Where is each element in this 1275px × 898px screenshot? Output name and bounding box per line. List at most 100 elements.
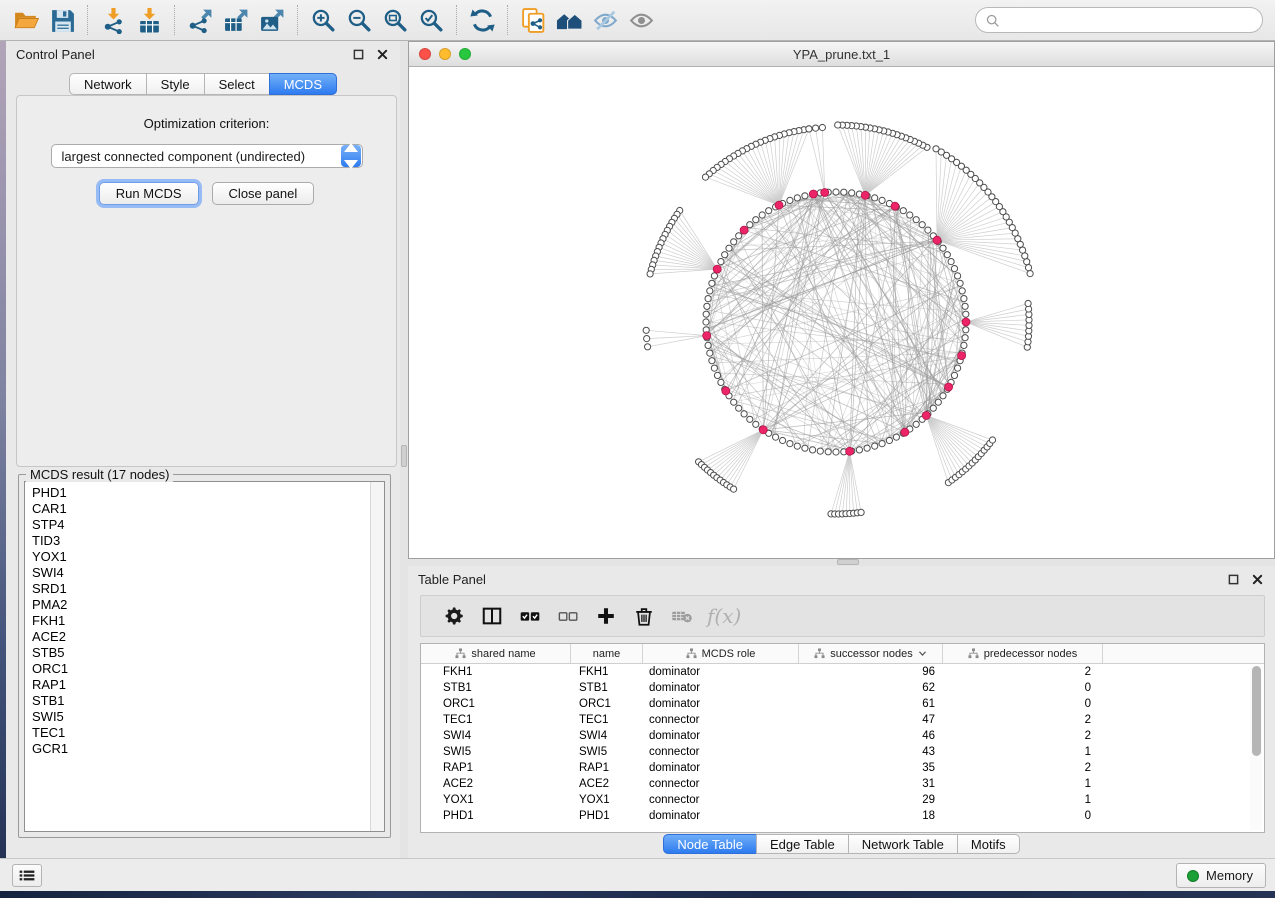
table-row[interactable]: RAP1RAP1dominator352 [421,760,1264,776]
tab-network-table[interactable]: Network Table [848,834,957,854]
float-panel-icon[interactable] [350,46,366,62]
table-row[interactable]: ORC1ORC1dominator610 [421,696,1264,712]
column-header-name[interactable]: name [571,644,643,663]
table-row[interactable]: ACE2ACE2connector311 [421,776,1264,792]
mcds-result-item[interactable]: TID3 [32,533,370,549]
mcds-result-item[interactable]: SWI5 [32,709,370,725]
panel-menu-button[interactable] [12,864,42,887]
optimization-criterion-label: Optimization criterion: [17,116,396,131]
close-panel-icon[interactable] [1249,571,1265,587]
zoom-fit-icon[interactable] [377,3,413,37]
column-header-successor-nodes[interactable]: successor nodes [799,644,943,663]
mcds-result-item[interactable]: SWI4 [32,565,370,581]
close-window-icon[interactable] [419,48,431,60]
search-input-wrap[interactable] [975,7,1263,33]
table-row[interactable]: FKH1FKH1dominator962 [421,664,1264,680]
mcds-result-group: MCDS result (17 nodes) PHD1CAR1STP4TID3Y… [18,467,391,838]
cell-successor-nodes: 61 [799,696,943,712]
run-mcds-button[interactable]: Run MCDS [99,182,199,205]
cell-successor-nodes: 46 [799,728,943,744]
control-panel-title: Control Panel [16,47,95,62]
mcds-result-item[interactable]: TEC1 [32,725,370,741]
table-row[interactable]: PHD1PHD1dominator180 [421,808,1264,824]
export-image-icon[interactable] [254,3,290,37]
mcds-result-item[interactable]: STB5 [32,645,370,661]
column-header-predecessor-nodes[interactable]: predecessor nodes [943,644,1103,663]
mcds-result-item[interactable]: ACE2 [32,629,370,645]
mcds-result-item[interactable]: STP4 [32,517,370,533]
zoom-in-icon[interactable] [305,3,341,37]
gear-icon[interactable] [435,599,473,633]
column-header-MCDS-role[interactable]: MCDS role [643,644,799,663]
table-row[interactable]: STB1STB1dominator620 [421,680,1264,696]
export-table-icon[interactable] [218,3,254,37]
tab-mcds[interactable]: MCDS [269,73,337,95]
tab-network[interactable]: Network [69,73,146,95]
scrollbar-thumb[interactable] [1252,666,1261,756]
hide-selected-icon[interactable] [587,3,623,37]
criterion-dropdown[interactable]: largest connected component (undirected) [51,144,363,168]
deselect-all-checks-icon[interactable] [549,599,587,633]
cell-shared-name: ORC1 [421,696,571,712]
vertical-splitter[interactable] [400,41,408,858]
float-panel-icon[interactable] [1225,571,1241,587]
mcds-result-item[interactable]: SRD1 [32,581,370,597]
delete-column-icon[interactable] [625,599,663,633]
mcds-result-item[interactable]: PHD1 [32,485,370,501]
table-row[interactable]: TEC1TEC1connector472 [421,712,1264,728]
import-table-icon[interactable] [131,3,167,37]
cell-name: ORC1 [571,696,643,712]
table-row[interactable]: SWI5SWI5connector431 [421,744,1264,760]
table-scrollbar[interactable] [1250,666,1262,830]
mcds-result-item[interactable]: CAR1 [32,501,370,517]
network-canvas[interactable] [409,67,1274,558]
cell-predecessor-nodes: 0 [943,680,1103,696]
zoom-selected-icon[interactable] [413,3,449,37]
splitter-grip[interactable] [837,559,859,565]
open-file-icon[interactable] [8,3,44,37]
table-toolbar: f(x) [420,595,1265,637]
select-all-checks-icon[interactable] [511,599,549,633]
split-view-icon[interactable] [473,599,511,633]
horizontal-splitter[interactable] [408,559,1275,566]
tab-select[interactable]: Select [204,73,269,95]
mcds-result-item[interactable]: PMA2 [32,597,370,613]
table-row[interactable]: SWI4SWI4dominator462 [421,728,1264,744]
memory-button[interactable]: Memory [1176,863,1266,888]
search-input[interactable] [1005,13,1253,28]
export-network-icon[interactable] [182,3,218,37]
tab-node-table[interactable]: Node Table [663,834,756,854]
save-session-icon[interactable] [44,3,80,37]
minimize-window-icon[interactable] [439,48,451,60]
zoom-window-icon[interactable] [459,48,471,60]
cell-shared-name: YOX1 [421,792,571,808]
table-panel: Table Panel f(x) shared namenameMCDS rol… [408,566,1275,858]
mcds-result-item[interactable]: ORC1 [32,661,370,677]
tab-motifs[interactable]: Motifs [957,834,1020,854]
tab-style[interactable]: Style [146,73,204,95]
splitter-grip[interactable] [401,445,407,467]
toolbar-separator [174,5,175,35]
mcds-result-item[interactable]: GCR1 [32,741,370,757]
table-row[interactable]: YOX1YOX1connector291 [421,792,1264,808]
column-label: shared name [471,648,535,660]
cell-successor-nodes: 31 [799,776,943,792]
column-header-shared-name[interactable]: shared name [421,644,571,663]
column-type-icon [814,648,825,659]
duplicate-network-icon[interactable] [515,3,551,37]
add-column-icon[interactable] [587,599,625,633]
first-neighbors-icon[interactable] [551,3,587,37]
mcds-result-item[interactable]: RAP1 [32,677,370,693]
close-panel-icon[interactable] [374,46,390,62]
close-panel-button[interactable]: Close panel [212,182,315,205]
mcds-result-item[interactable]: FKH1 [32,613,370,629]
column-label: predecessor nodes [984,648,1078,660]
mcds-list-scrollbar[interactable] [370,482,384,831]
import-network-icon[interactable] [95,3,131,37]
tab-edge-table[interactable]: Edge Table [756,834,848,854]
zoom-out-icon[interactable] [341,3,377,37]
refresh-layout-icon[interactable] [464,3,500,37]
show-all-icon[interactable] [623,3,659,37]
mcds-result-item[interactable]: YOX1 [32,549,370,565]
mcds-result-item[interactable]: STB1 [32,693,370,709]
